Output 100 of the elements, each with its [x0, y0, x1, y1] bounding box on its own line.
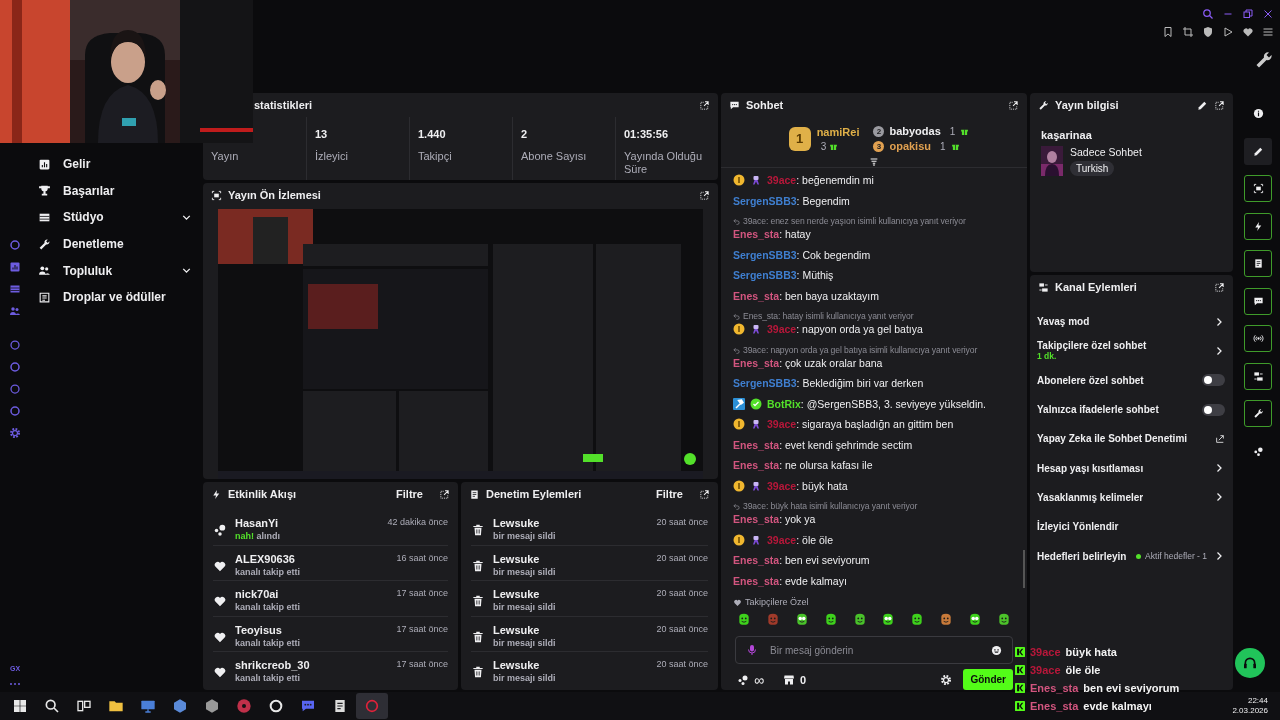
- folder-icon[interactable]: [108, 698, 124, 714]
- sidebar-app-icon[interactable]: [9, 305, 21, 317]
- setting-row[interactable]: Yalnızca ifadelerle sohbet: [1030, 394, 1233, 425]
- broadcast-icon[interactable]: [1252, 333, 1264, 344]
- sidebar-app-icon[interactable]: [9, 361, 21, 373]
- menu-icon[interactable]: [1262, 26, 1274, 38]
- user-name[interactable]: babyodas: [889, 125, 941, 138]
- timestamp: 17 saat önce: [396, 659, 448, 670]
- disc-icon[interactable]: [236, 698, 252, 714]
- hexagon-icon[interactable]: [204, 698, 220, 714]
- pencil-icon[interactable]: [1252, 145, 1264, 157]
- emote-icon[interactable]: [823, 612, 838, 627]
- sidebar-item[interactable]: Topluluk: [38, 257, 193, 284]
- sidebar-app-icon[interactable]: [9, 339, 21, 351]
- popout-icon[interactable]: [1214, 281, 1225, 293]
- emote-icon[interactable]: [737, 612, 751, 627]
- store-count: 0: [800, 673, 807, 686]
- bookmark-icon[interactable]: [1162, 26, 1174, 38]
- sidebar-app-icon[interactable]: [9, 261, 21, 273]
- microphone-icon[interactable]: [746, 644, 758, 656]
- document-icon[interactable]: [1252, 258, 1264, 269]
- sidebar-item[interactable]: Denetleme: [38, 230, 193, 258]
- popout-icon[interactable]: [699, 189, 710, 201]
- heart-icon[interactable]: [1242, 26, 1254, 38]
- emote-icon[interactable]: [996, 612, 1011, 627]
- chart-icon: [38, 157, 51, 171]
- info-icon[interactable]: [1252, 108, 1264, 119]
- users-icon: [38, 264, 51, 278]
- shield-icon[interactable]: [1202, 26, 1214, 38]
- emote-icon[interactable]: [852, 612, 867, 627]
- panel-toggle-button[interactable]: [1244, 325, 1272, 352]
- play-icon[interactable]: [1222, 26, 1234, 38]
- user-name: HasanYi: [235, 517, 279, 529]
- wrench-icon[interactable]: [1252, 408, 1264, 419]
- search-icon[interactable]: [44, 698, 60, 714]
- setting-row[interactable]: Yapay Zeka ile Sohbet Denetimi: [1030, 424, 1233, 454]
- panel-toggle-button[interactable]: [1244, 362, 1272, 390]
- setting-row[interactable]: Abonelere özel sohbet: [1030, 365, 1233, 395]
- sidebar-item[interactable]: Stüdyo: [38, 204, 193, 231]
- setting-row[interactable]: Hedefleri belirleyin Aktif hedefler - 1: [1030, 541, 1233, 571]
- popout-icon[interactable]: [1214, 99, 1225, 111]
- filter-link[interactable]: Filtre: [396, 488, 423, 500]
- sidebar-app-icon[interactable]: [9, 283, 21, 295]
- toggle-switch[interactable]: [1202, 374, 1225, 387]
- sidebar-app-icon[interactable]: [9, 239, 21, 251]
- close-icon[interactable]: [1262, 8, 1274, 20]
- more-icon[interactable]: [9, 682, 21, 686]
- task-view-icon[interactable]: [76, 698, 92, 714]
- sidebar-item[interactable]: Gelir: [38, 151, 193, 178]
- user-name[interactable]: opakisu: [889, 140, 931, 153]
- send-button[interactable]: Gönder: [963, 669, 1013, 690]
- sidebar-item[interactable]: Droplar ve ödüller: [38, 283, 193, 311]
- crop-icon[interactable]: [1182, 26, 1194, 38]
- restore-icon[interactable]: [1242, 8, 1254, 20]
- popout-icon[interactable]: [699, 99, 710, 111]
- popout-icon[interactable]: [439, 488, 450, 500]
- panel-toggle-button[interactable]: [1244, 250, 1272, 277]
- user-name[interactable]: namiRei: [816, 125, 860, 138]
- support-button[interactable]: [1235, 648, 1265, 678]
- panel-toggle-button[interactable]: [1244, 137, 1272, 165]
- message-field[interactable]: Bir mesaj gönderin: [770, 638, 979, 662]
- sidebar-item[interactable]: Başarılar: [38, 177, 193, 205]
- windows-grid-icon[interactable]: [12, 698, 28, 714]
- points-icon[interactable]: [1252, 445, 1264, 457]
- toggle-switch[interactable]: [1202, 403, 1225, 416]
- sidebar-app-icon[interactable]: [9, 405, 21, 417]
- edit-icon[interactable]: [1197, 99, 1208, 111]
- emoji-icon[interactable]: [991, 644, 1002, 656]
- setting-row[interactable]: Takipçilere özel sohbet 1 dk.: [1030, 336, 1233, 366]
- sidebar-app-icon[interactable]: [9, 383, 21, 395]
- user-name: Enes_sta: [1030, 682, 1079, 694]
- setting-row[interactable]: Yavaş mod: [1030, 307, 1233, 337]
- panel-toggle-button[interactable]: [1244, 212, 1272, 240]
- rank-badge: 1: [788, 126, 811, 151]
- chat-icon[interactable]: [1252, 295, 1264, 307]
- setting-row[interactable]: İzleyici Yönlendir: [1030, 512, 1233, 542]
- category-tag[interactable]: Turkish: [1070, 161, 1115, 176]
- setting-row[interactable]: Yasaklanmış kelimeler: [1030, 482, 1233, 513]
- verified-badge-icon: [750, 397, 762, 410]
- popout-icon[interactable]: [1008, 99, 1019, 111]
- setting-row[interactable]: Hesap yaşı kısıtlaması: [1030, 453, 1233, 483]
- preview-icon[interactable]: [1252, 183, 1264, 194]
- panel-toggle-button[interactable]: [1244, 175, 1272, 202]
- popout-icon[interactable]: [699, 488, 710, 500]
- emote-icon[interactable]: [910, 612, 925, 627]
- heart-icon: [213, 594, 227, 609]
- message-box[interactable]: Bir mesaj gönderin: [735, 636, 1013, 664]
- emote-icon[interactable]: [968, 612, 982, 627]
- panel-toggle-button[interactable]: [1244, 287, 1272, 315]
- trash-icon: [471, 558, 485, 573]
- panel-toggle-button[interactable]: [1244, 400, 1272, 427]
- emote-icon[interactable]: [881, 612, 896, 627]
- headset-icon[interactable]: [1242, 655, 1258, 671]
- filter-link[interactable]: Filtre: [656, 488, 683, 500]
- document-icon[interactable]: [332, 698, 348, 714]
- hexagon-icon[interactable]: [172, 698, 188, 714]
- monitor-icon[interactable]: [140, 698, 156, 714]
- layout-icon[interactable]: [1252, 370, 1264, 382]
- emote-icon[interactable]: [794, 612, 809, 627]
- user-name: Lewsuke: [493, 659, 541, 672]
